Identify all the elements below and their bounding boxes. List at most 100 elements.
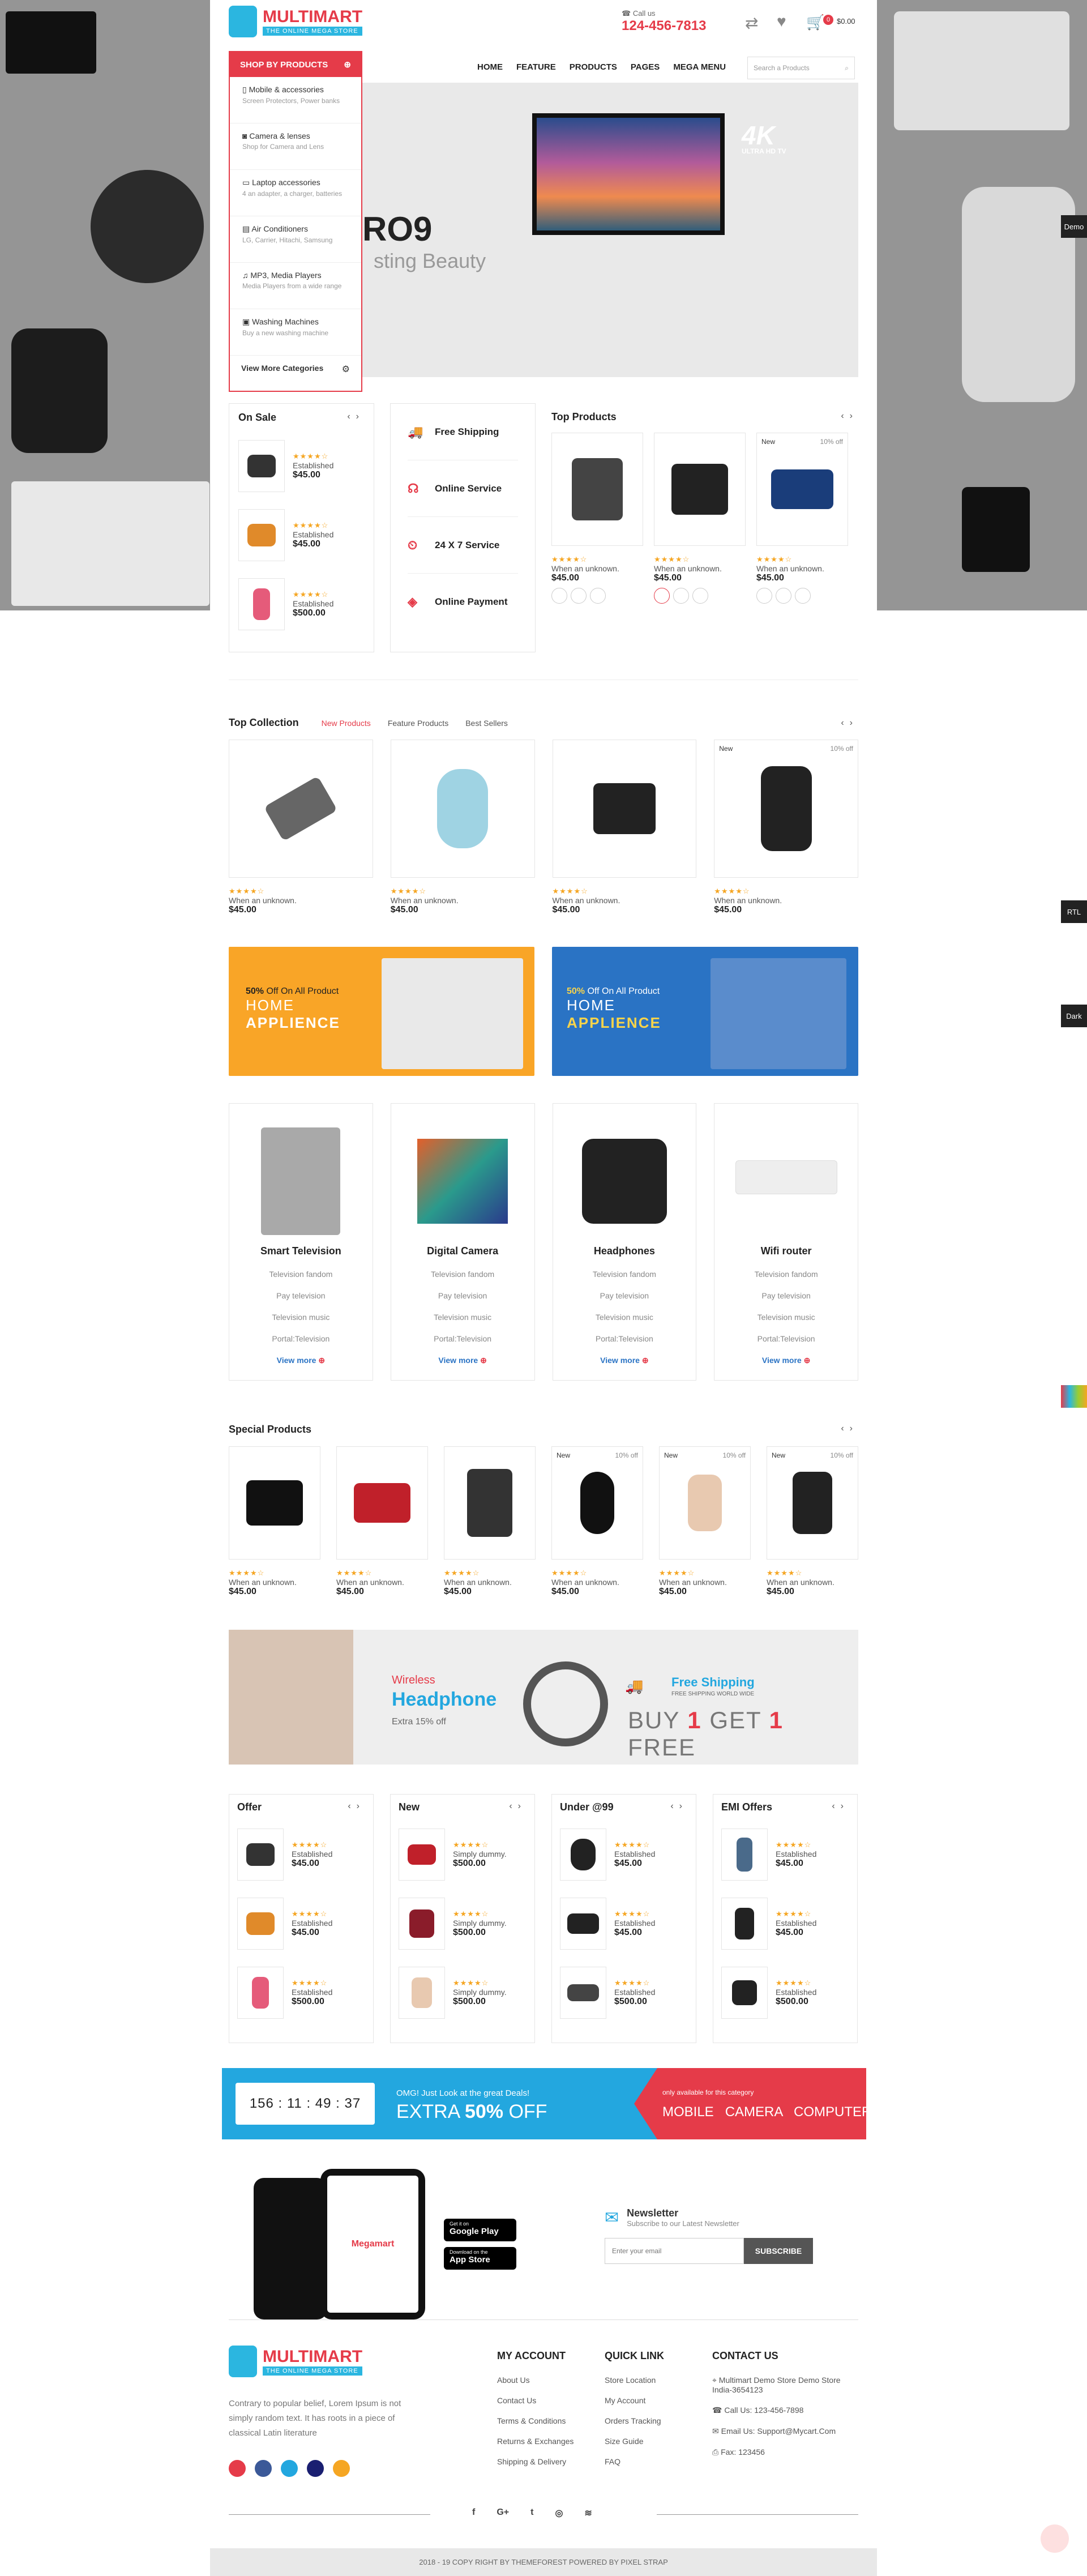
footer-link[interactable]: Terms & Conditions	[497, 2416, 574, 2425]
product-card[interactable]: ★★★★☆ When an unknown. $45.00	[229, 740, 373, 915]
list-item[interactable]: ★★★★☆ Established $500.00	[560, 1958, 688, 2027]
footer-logo[interactable]: MULTIMART THE ONLINE MEGA STORE	[229, 2346, 363, 2377]
footer-link[interactable]: Orders Tracking	[605, 2416, 664, 2425]
email-field[interactable]	[605, 2238, 744, 2264]
heart-icon[interactable]: ♥	[777, 12, 786, 31]
footer-link[interactable]: Store Location	[605, 2376, 664, 2385]
facebook-icon[interactable]: f	[472, 2507, 475, 2519]
product-card[interactable]: ★★★★☆ When an unknown. $45.00	[390, 740, 535, 915]
tab-feature-products[interactable]: Feature Products	[388, 719, 448, 728]
search-icon[interactable]: ⌕	[845, 64, 849, 72]
scroll-top-button[interactable]	[1041, 2524, 1069, 2553]
dark-tab[interactable]: Dark	[1061, 1005, 1087, 1027]
nav-pages[interactable]: PAGES	[631, 62, 660, 72]
product-card[interactable]: ★★★★☆ When an unknown. $45.00	[336, 1446, 428, 1597]
slider-arrows[interactable]: ‹›	[509, 1801, 527, 1813]
product-card[interactable]: New 10% off ★★★★☆ When an unknown. $45.00	[714, 740, 858, 915]
rss-icon[interactable]: ≋	[584, 2507, 592, 2519]
product-card[interactable]: ★★★★☆ When an unknown. $45.00	[551, 433, 643, 604]
product-card[interactable]: ★★★★☆ When an unknown. $45.00	[229, 1446, 320, 1597]
list-item[interactable]: ★★★★☆ Established $45.00	[721, 1820, 849, 1889]
product-card[interactable]: New 10% off ★★★★☆ When an unknown. $45.00	[551, 1446, 643, 1597]
footer-link[interactable]: Contact Us	[497, 2396, 574, 2405]
list-item[interactable]: ★★★★☆ Established $500.00	[238, 570, 365, 639]
subscribe-button[interactable]: SUBSCRIBE	[744, 2238, 813, 2264]
compare-icon[interactable]: ⇄	[745, 14, 758, 32]
color-swatches[interactable]	[551, 588, 643, 604]
slider-arrows[interactable]: ‹›	[841, 1424, 858, 1436]
slider-arrows[interactable]: ‹›	[841, 718, 858, 728]
cart-total[interactable]: $0.00	[837, 17, 855, 25]
footer-link[interactable]: FAQ	[605, 2457, 664, 2466]
slider-arrows[interactable]: ‹›	[348, 1801, 365, 1813]
slider-arrows[interactable]: ‹›	[841, 411, 858, 423]
tab-new-products[interactable]: New Products	[322, 719, 371, 728]
list-item[interactable]: ★★★★☆ Established $45.00	[238, 501, 365, 570]
product-card[interactable]: ★★★★☆ When an unknown. $45.00	[654, 433, 746, 604]
category-item[interactable]: ▭ Laptop accessories 4 an adapter, a char…	[230, 170, 361, 216]
promo-banner-blue[interactable]: 50% Off On All Product HOME APPLIENCE	[552, 947, 858, 1076]
logo[interactable]: MULTIMART THE ONLINE MEGA STORE	[229, 6, 363, 37]
nav-products[interactable]: PRODUCTS	[570, 62, 617, 72]
footer-link[interactable]: My Account	[605, 2396, 664, 2405]
view-more-link[interactable]: View more ⊕	[391, 1356, 534, 1365]
list-item[interactable]: ★★★★☆ Established $500.00	[237, 1958, 365, 2027]
view-more-categories[interactable]: View More Categories ⚙	[230, 356, 361, 383]
category-menu-header[interactable]: SHOP BY PRODUCTS ⊕	[230, 52, 361, 77]
list-item[interactable]: ★★★★☆ Simply dummy. $500.00	[399, 1958, 527, 2027]
category-item[interactable]: ▯ Mobile & accessories Screen Protectors,…	[230, 77, 361, 123]
app-store-button[interactable]: Download on the App Store	[444, 2247, 516, 2270]
product-card[interactable]: ★★★★☆ When an unknown. $45.00	[444, 1446, 536, 1597]
list-item[interactable]: ★★★★☆ Established $45.00	[560, 1889, 688, 1958]
list-item[interactable]: ★★★★☆ Established $45.00	[238, 432, 365, 501]
view-more-link[interactable]: View more ⊕	[553, 1356, 696, 1365]
nav-mega-menu[interactable]: MEGA MENU	[673, 62, 726, 72]
category-card[interactable]: Smart Television Television fandom Pay te…	[229, 1103, 373, 1381]
list-item[interactable]: ★★★★☆ Established $45.00	[237, 1820, 365, 1889]
headphone-banner[interactable]: Wireless Headphone Extra 15% off 🚚 Free …	[229, 1630, 858, 1765]
instagram-icon[interactable]: ◎	[555, 2507, 563, 2519]
category-item[interactable]: ♫ MP3, Media Players Media Players from a…	[230, 263, 361, 309]
category-card[interactable]: Wifi router Television fandom Pay televis…	[714, 1103, 858, 1381]
category-item[interactable]: ▤ Air Conditioners LG, Carrier, Hitachi, …	[230, 216, 361, 263]
twitter-icon[interactable]: t	[530, 2507, 533, 2519]
view-more-link[interactable]: View more ⊕	[714, 1356, 858, 1365]
cart-icon[interactable]: 🛒	[806, 14, 824, 31]
list-item[interactable]: ★★★★☆ Established $500.00	[721, 1958, 849, 2027]
category-item[interactable]: ▣ Washing Machines Buy a new washing mach…	[230, 309, 361, 356]
footer-link[interactable]: About Us	[497, 2376, 574, 2385]
category-card[interactable]: Digital Camera Television fandom Pay tele…	[390, 1103, 535, 1381]
slider-arrows[interactable]: ‹›	[347, 412, 365, 424]
footer-link[interactable]: Size Guide	[605, 2437, 664, 2446]
nav-home[interactable]: HOME	[477, 62, 503, 72]
promo-banner-orange[interactable]: 50% Off On All Product HOME APPLIENCE	[229, 947, 534, 1076]
list-item[interactable]: ★★★★☆ Established $45.00	[237, 1889, 365, 1958]
color-swatches[interactable]	[756, 588, 848, 604]
list-item[interactable]: ★★★★☆ Established $45.00	[721, 1889, 849, 1958]
search-input[interactable]: Search a Products ⌕	[747, 57, 855, 79]
slider-arrows[interactable]: ‹›	[670, 1801, 688, 1813]
demo-tab[interactable]: Demo	[1061, 215, 1087, 238]
google-plus-icon[interactable]: G+	[497, 2507, 509, 2519]
deal-countdown-banner[interactable]: 156 : 11 : 49 : 37 OMG! Just Look at the…	[222, 2068, 866, 2139]
google-play-button[interactable]: Get it on Google Play	[444, 2219, 516, 2241]
phone-number[interactable]: 124-456-7813	[622, 18, 706, 34]
tab-best-sellers[interactable]: Best Sellers	[465, 719, 508, 728]
list-item[interactable]: ★★★★☆ Established $45.00	[560, 1820, 688, 1889]
product-card[interactable]: ★★★★☆ When an unknown. $45.00	[552, 740, 697, 915]
rtl-tab[interactable]: RTL	[1061, 900, 1087, 923]
category-card[interactable]: Headphones Television fandom Pay televisi…	[552, 1103, 697, 1381]
footer-link[interactable]: Shipping & Delivery	[497, 2457, 574, 2466]
product-card[interactable]: New 10% off ★★★★☆ When an unknown. $45.00	[659, 1446, 751, 1597]
footer-link[interactable]: Returns & Exchanges	[497, 2437, 574, 2446]
slider-arrows[interactable]: ‹›	[832, 1801, 849, 1813]
nav-feature[interactable]: FEATURE	[516, 62, 556, 72]
color-swatches[interactable]	[654, 588, 746, 604]
color-picker-tab[interactable]	[1061, 1385, 1087, 1408]
list-item[interactable]: ★★★★☆ Simply dummy. $500.00	[399, 1820, 527, 1889]
view-more-link[interactable]: View more ⊕	[229, 1356, 373, 1365]
category-item[interactable]: ◙ Camera & lenses Shop for Camera and Len…	[230, 123, 361, 170]
product-card[interactable]: New 10% off ★★★★☆ When an unknown. $45.00	[756, 433, 848, 604]
list-item[interactable]: ★★★★☆ Simply dummy. $500.00	[399, 1889, 527, 1958]
product-card[interactable]: New 10% off ★★★★☆ When an unknown. $45.00	[767, 1446, 858, 1597]
